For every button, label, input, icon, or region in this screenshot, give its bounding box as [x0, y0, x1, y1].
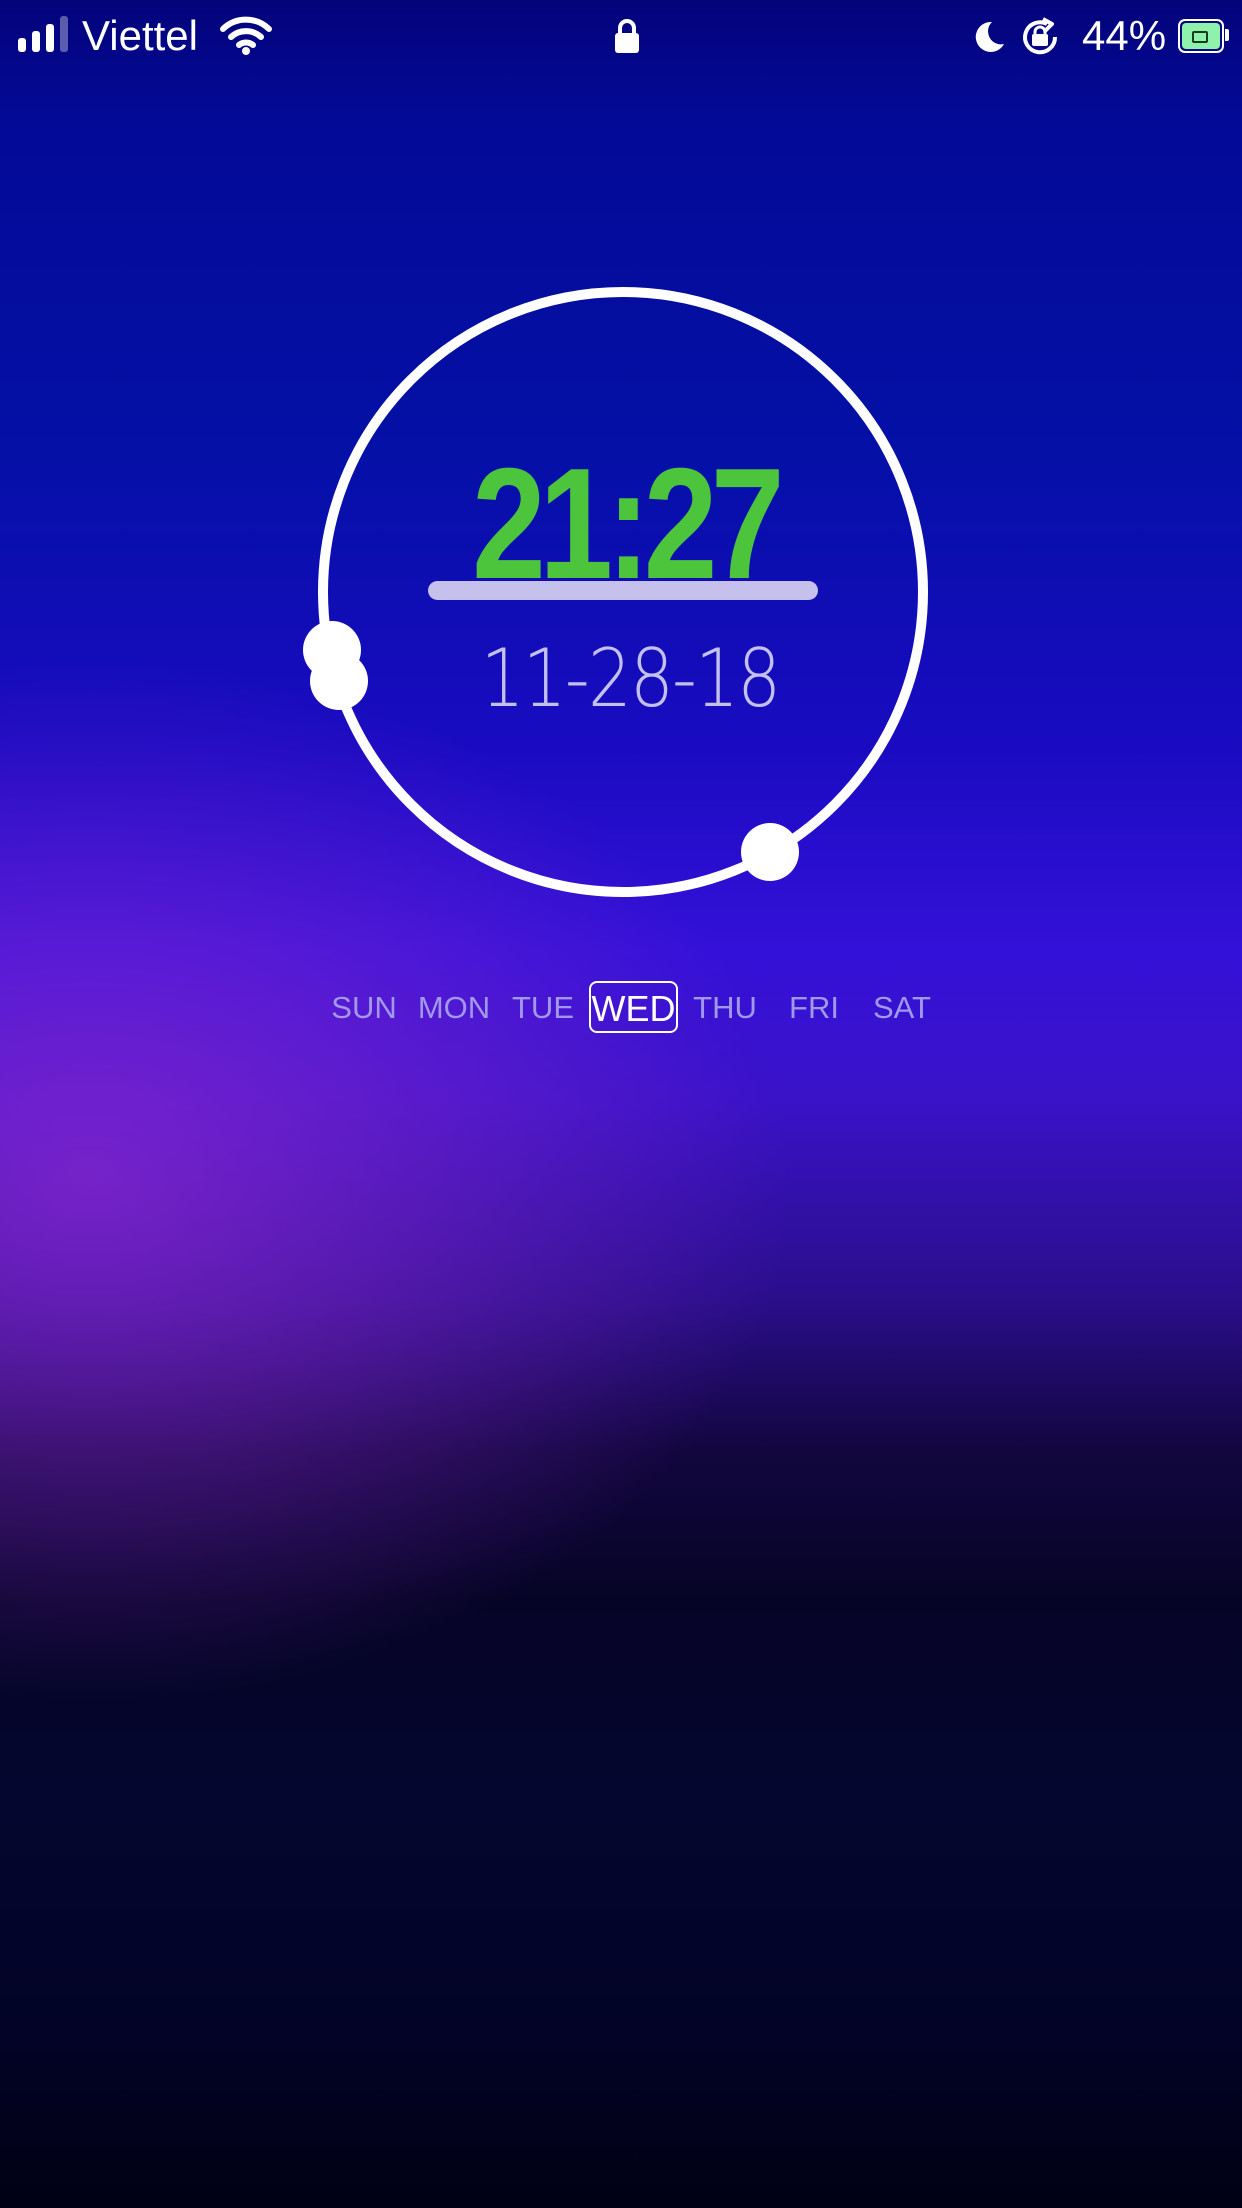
weekday-row: SUN MON TUE WED THU FRI SAT [0, 981, 1242, 1034]
weekday-tue: TUE [512, 990, 574, 1025]
weekday-fri: FRI [789, 990, 839, 1025]
weekday-sun: SUN [331, 990, 397, 1025]
weekday-thu: THU [693, 990, 757, 1025]
weekday-wed-selected: WED [589, 981, 678, 1033]
clock-date: 11-28-18 [480, 632, 781, 725]
weekday-sat: SAT [873, 990, 931, 1025]
clock-time: 21:27 [472, 436, 785, 612]
ring-handle-left-bottom [310, 652, 368, 710]
ring-handle-bottom-right [741, 823, 799, 881]
weekday-mon: MON [417, 990, 491, 1025]
clock-divider [428, 581, 818, 600]
